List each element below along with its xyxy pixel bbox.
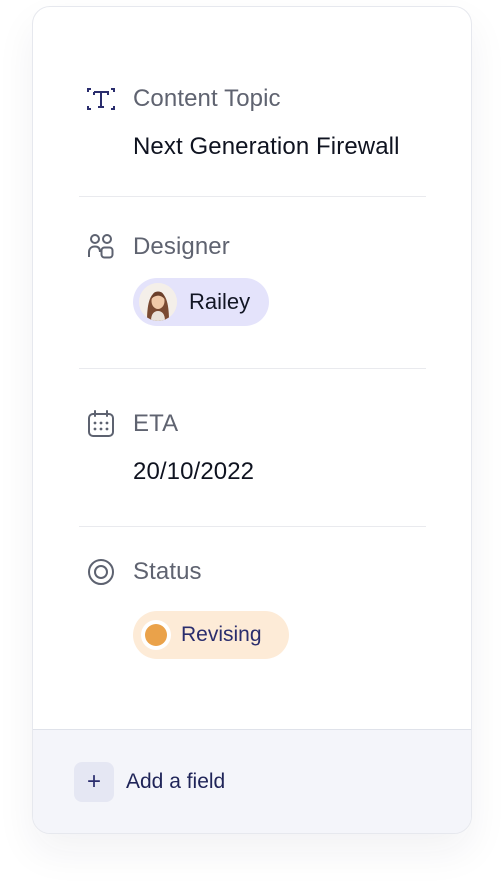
status-color-indicator (145, 624, 167, 646)
eta-value[interactable]: 20/10/2022 (133, 458, 254, 486)
status-value: Revising (181, 623, 262, 646)
eta-header: ETA (85, 408, 178, 440)
calendar-icon (85, 408, 117, 440)
status-header: Status (85, 556, 202, 588)
divider (79, 368, 426, 369)
designer-chip[interactable]: Railey (133, 278, 269, 326)
divider (79, 526, 426, 527)
status-dot-icon (141, 620, 171, 650)
add-field-link[interactable]: Add a field (126, 770, 225, 794)
designer-label: Designer (133, 233, 230, 260)
content-topic-label: Content Topic (133, 85, 281, 112)
content-topic-header: Content Topic (85, 83, 281, 115)
plus-icon: + (86, 768, 101, 795)
card-footer: + Add a field (33, 729, 471, 833)
target-circle-icon (85, 556, 117, 588)
divider (79, 196, 426, 197)
add-field-button[interactable]: + (74, 762, 114, 802)
text-frame-icon (85, 83, 117, 115)
status-label: Status (133, 558, 202, 585)
field-details-card: Content Topic Next Generation Firewall D… (32, 6, 472, 834)
designer-header: Designer (85, 231, 230, 263)
designer-name: Railey (189, 289, 251, 314)
content-topic-value[interactable]: Next Generation Firewall (133, 133, 400, 161)
status-chip[interactable]: Revising (133, 611, 289, 659)
avatar (139, 283, 177, 321)
people-icon (85, 231, 117, 263)
eta-label: ETA (133, 410, 179, 437)
